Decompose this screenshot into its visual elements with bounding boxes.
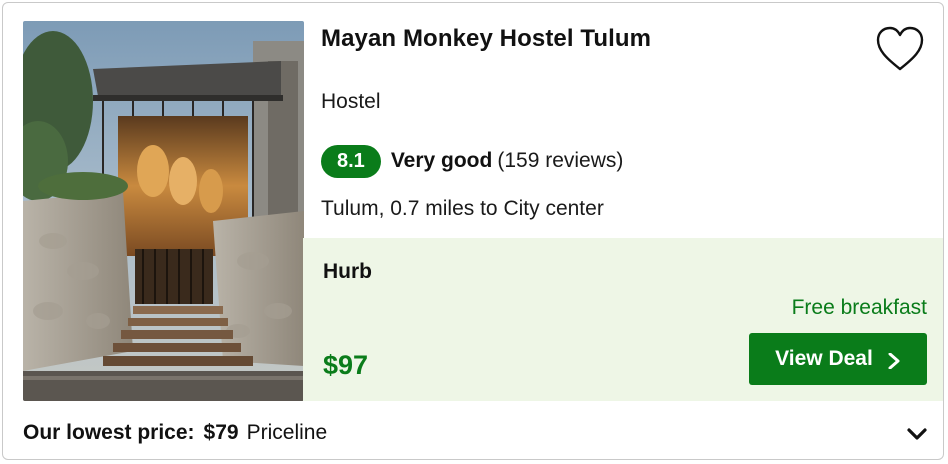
lowest-price-site: Priceline xyxy=(246,421,328,444)
rating-row: 8.1 Very good (159 reviews) xyxy=(321,144,623,178)
deal-price: $97 xyxy=(323,350,369,380)
lowest-price-label: Our lowest price: xyxy=(23,421,195,444)
view-deal-button[interactable]: View Deal xyxy=(749,333,927,385)
view-deal-label: View Deal xyxy=(775,347,873,370)
property-type: Hostel xyxy=(321,90,381,113)
chevron-right-icon xyxy=(887,351,901,370)
lowest-price-value: $79 xyxy=(203,421,239,444)
favorite-heart-icon[interactable] xyxy=(875,25,925,73)
review-count: (159 reviews) xyxy=(497,149,624,172)
rating-score-badge: 8.1 xyxy=(321,144,381,178)
free-breakfast-label: Free breakfast xyxy=(791,296,927,319)
hotel-photo[interactable] xyxy=(23,21,304,401)
chevron-down-icon[interactable] xyxy=(905,423,929,445)
lowest-price-row[interactable]: Our lowest price: $79 Priceline xyxy=(23,421,327,445)
hotel-name[interactable]: Mayan Monkey Hostel Tulum xyxy=(321,25,651,53)
deal-provider: Hurb xyxy=(323,260,372,283)
deal-panel[interactable]: Hurb Free breakfast $97 View Deal xyxy=(303,238,943,401)
hotel-card[interactable]: Mayan Monkey Hostel Tulum Hostel 8.1 Ver… xyxy=(2,2,944,460)
location-text: Tulum, 0.7 miles to City center xyxy=(321,197,604,220)
rating-label: Very good xyxy=(390,149,493,172)
